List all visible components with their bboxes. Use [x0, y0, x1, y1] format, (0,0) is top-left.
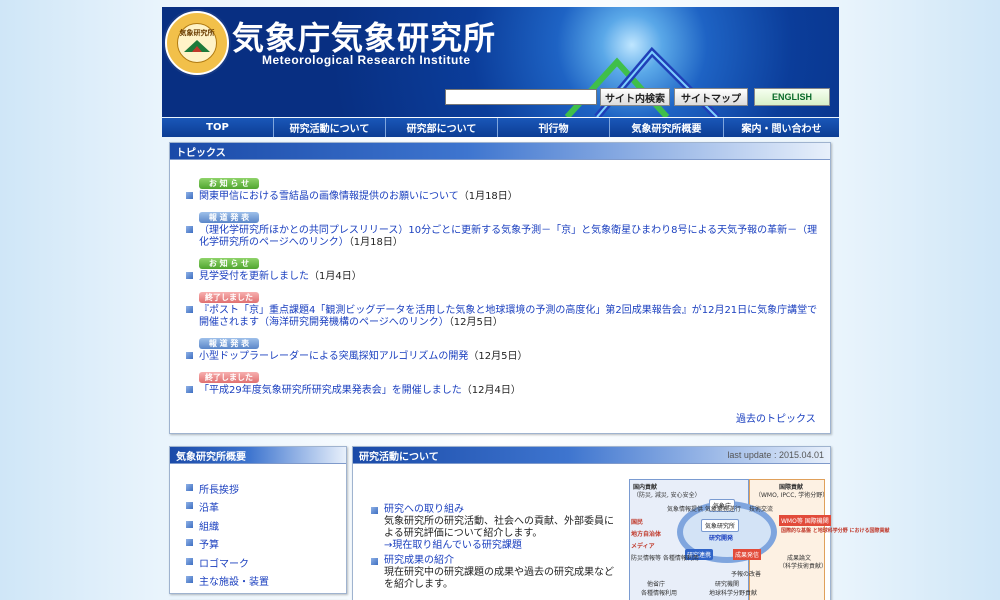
international-sub-label: （WMO, IPCC, 学術分野）	[755, 492, 829, 499]
mri-logo[interactable]: 気象研究所	[165, 11, 229, 75]
topic-text[interactable]: 関東甲信における雪結晶の画像情報提供のお願いについて（1月18日）	[199, 191, 819, 203]
past-topics-link[interactable]: 過去のトピックス	[736, 410, 816, 425]
nav-departments[interactable]: 研究部について	[386, 118, 498, 137]
site-search-input[interactable]	[445, 89, 597, 105]
cooperation-label: 予報の改善	[731, 571, 762, 578]
english-button[interactable]: ENGLISH	[754, 88, 830, 106]
global-nav: TOP 研究活動について 研究部について 刊行物 気象研究所概要 案内・問い合わ…	[162, 118, 839, 137]
bullet-icon	[186, 576, 193, 583]
bullet-icon	[186, 226, 193, 233]
topic-date: （12月5日）	[448, 317, 503, 328]
topic-link[interactable]: 「平成29年度気象研究所研究成果発表会」を開催しました	[199, 385, 462, 396]
topic-link[interactable]: 小型ドップラーレーダーによる突風探知アルゴリズムの開発	[199, 351, 468, 362]
domestic-sub-label: （防災, 減災, 安心安全）	[633, 492, 701, 499]
topic-date: （1月18日）	[458, 191, 518, 202]
bullet-icon	[186, 502, 193, 509]
bullet-icon	[371, 507, 378, 514]
research-item-heading[interactable]: 研究への取り組み	[384, 504, 464, 516]
about-item-label[interactable]: 沿革	[199, 499, 219, 514]
topics-panel: トピックス お 知 ら せ 関東甲信における雪結晶の画像情報提供のお願いについて…	[169, 142, 831, 434]
institutes-label: 研究機関	[715, 581, 740, 588]
current-projects-link[interactable]: →現在取り組んでいる研究課題	[384, 540, 522, 551]
results-box: 成果発信	[733, 549, 762, 560]
about-item-label[interactable]: 主な施設・装置	[199, 573, 269, 588]
topic-link[interactable]: 見学受付を更新しました	[199, 271, 309, 282]
about-item-label[interactable]: 予算	[199, 536, 219, 551]
contribution-diagram[interactable]: 国内貢献 （防災, 減災, 安心安全） 国際貢献 （WMO, IPCC, 学術分…	[629, 479, 889, 600]
research-item-heading[interactable]: 研究成果の紹介	[384, 555, 454, 567]
last-update: last update : 2015.04.01	[727, 450, 824, 460]
about-item-label[interactable]: ロゴマーク	[199, 555, 249, 570]
papers-sub-label: （科学技術貢献）	[779, 563, 828, 570]
topic-link[interactable]: 関東甲信における雪結晶の画像情報提供のお願いについて	[199, 191, 459, 202]
nav-top[interactable]: TOP	[162, 118, 274, 137]
media-label: メディア	[631, 543, 655, 550]
research-item-text: 気象研究所の研究活動、社会への貢献、外部委員による研究評価について紹介します。	[384, 516, 614, 539]
research-panel: 研究活動について last update : 2015.04.01 研究への取り…	[352, 446, 889, 600]
research-item-text: 現在研究中の研究課題の成果や過去の研究成果などを紹介します。	[384, 567, 614, 590]
bullet-icon	[186, 272, 193, 279]
topic-text[interactable]: （理化学研究所ほかとの共同プレスリリース）10分ごとに更新する気象予測－「京」と…	[199, 225, 819, 249]
ended-badge: 終了しました	[199, 292, 259, 303]
topic-text[interactable]: 『ポスト「京」重点課題4「観測ビッグデータを活用した気象と地球環境の予測の高度化…	[199, 305, 819, 329]
topic-date: （12月4日）	[461, 385, 521, 396]
mri-box: 気象研究所	[701, 519, 740, 532]
bullet-icon	[186, 352, 193, 359]
site-search-button[interactable]: サイト内検索	[600, 88, 670, 106]
nav-publications[interactable]: 刊行物	[498, 118, 610, 137]
research-dev-label: 研究開発	[709, 535, 734, 542]
bullet-icon	[371, 558, 378, 565]
topic-date: （12月5日）	[468, 351, 528, 362]
research-item-body: 現在研究中の研究課題の成果や過去の研究成果などを紹介します。	[384, 567, 614, 591]
press-release-badge: 報 道 発 表	[199, 338, 259, 349]
page-container: 気象研究所 気象庁気象研究所 Meteorological Research I…	[162, 7, 889, 600]
disaster-info-label: 防災情報等 各種情報利用	[631, 555, 699, 562]
wmo-box: WMO等 国際機関	[779, 515, 831, 526]
ministries-sub-label: 各種情報利用	[641, 590, 678, 597]
nav-contact[interactable]: 案内・問い合わせ	[724, 118, 839, 137]
ended-badge: 終了しました	[199, 372, 259, 383]
bullet-icon	[186, 192, 193, 199]
logo-text: 気象研究所	[179, 29, 215, 37]
notice-badge: お 知 ら せ	[199, 258, 259, 269]
topic-link[interactable]: （理化学研究所ほかとの共同プレスリリース）10分ごとに更新する気象予測－「京」と…	[199, 225, 817, 248]
topics-title: トピックス	[170, 143, 830, 160]
about-item-label[interactable]: 所長挨拶	[199, 481, 239, 496]
about-panel: 気象研究所概要 所長挨拶 沿革 組織 予算 ロゴマーク 主な施設・装置	[169, 446, 347, 594]
exchange-label: 技術交流	[749, 506, 774, 513]
topic-text[interactable]: 見学受付を更新しました（1月4日）	[199, 271, 819, 283]
press-release-badge: 報 道 発 表	[199, 212, 259, 223]
nav-research-activities[interactable]: 研究活動について	[274, 118, 386, 137]
topic-link[interactable]: 『ポスト「京」重点課題4「観測ビッグデータを活用した気象と地球環境の予測の高度化…	[199, 305, 817, 328]
institutes-sub-label: 地球科学分野貢献	[709, 590, 758, 597]
notice-badge: お 知 ら せ	[199, 178, 259, 189]
site-title-english: Meteorological Research Institute	[262, 53, 471, 67]
about-title: 気象研究所概要	[170, 447, 346, 464]
wmo-sub-label: 国際的な基盤 と地球科学分野 における国際貢献	[781, 528, 890, 534]
bullet-icon	[186, 521, 193, 528]
research-item-body: 気象研究所の研究活動、社会への貢献、外部委員による研究評価について紹介します。 …	[384, 516, 614, 552]
topic-text[interactable]: 小型ドップラーレーダーによる突風探知アルゴリズムの開発（12月5日）	[199, 351, 819, 363]
topic-date: （1月18日）	[348, 237, 403, 248]
nav-overview[interactable]: 気象研究所概要	[610, 118, 724, 137]
ministries-label: 他省庁	[647, 581, 666, 588]
bullet-icon	[186, 558, 193, 565]
bullet-icon	[186, 386, 193, 393]
forecast-label: 気象情報提供 気象業務遂行	[667, 506, 741, 513]
logo-mountain-icon	[184, 40, 210, 52]
nation-label: 国民	[631, 519, 644, 526]
topic-text[interactable]: 「平成29年度気象研究所研究成果発表会」を開催しました（12月4日）	[199, 385, 819, 397]
sitemap-button[interactable]: サイトマップ	[674, 88, 748, 106]
topic-date: （1月4日）	[309, 271, 362, 282]
site-header: 気象研究所 気象庁気象研究所 Meteorological Research I…	[162, 7, 839, 117]
bullet-icon	[186, 484, 193, 491]
bullet-icon	[186, 306, 193, 313]
local-gov-label: 地方自治体	[631, 531, 662, 538]
about-item-label[interactable]: 組織	[199, 518, 219, 533]
bullet-icon	[186, 539, 193, 546]
